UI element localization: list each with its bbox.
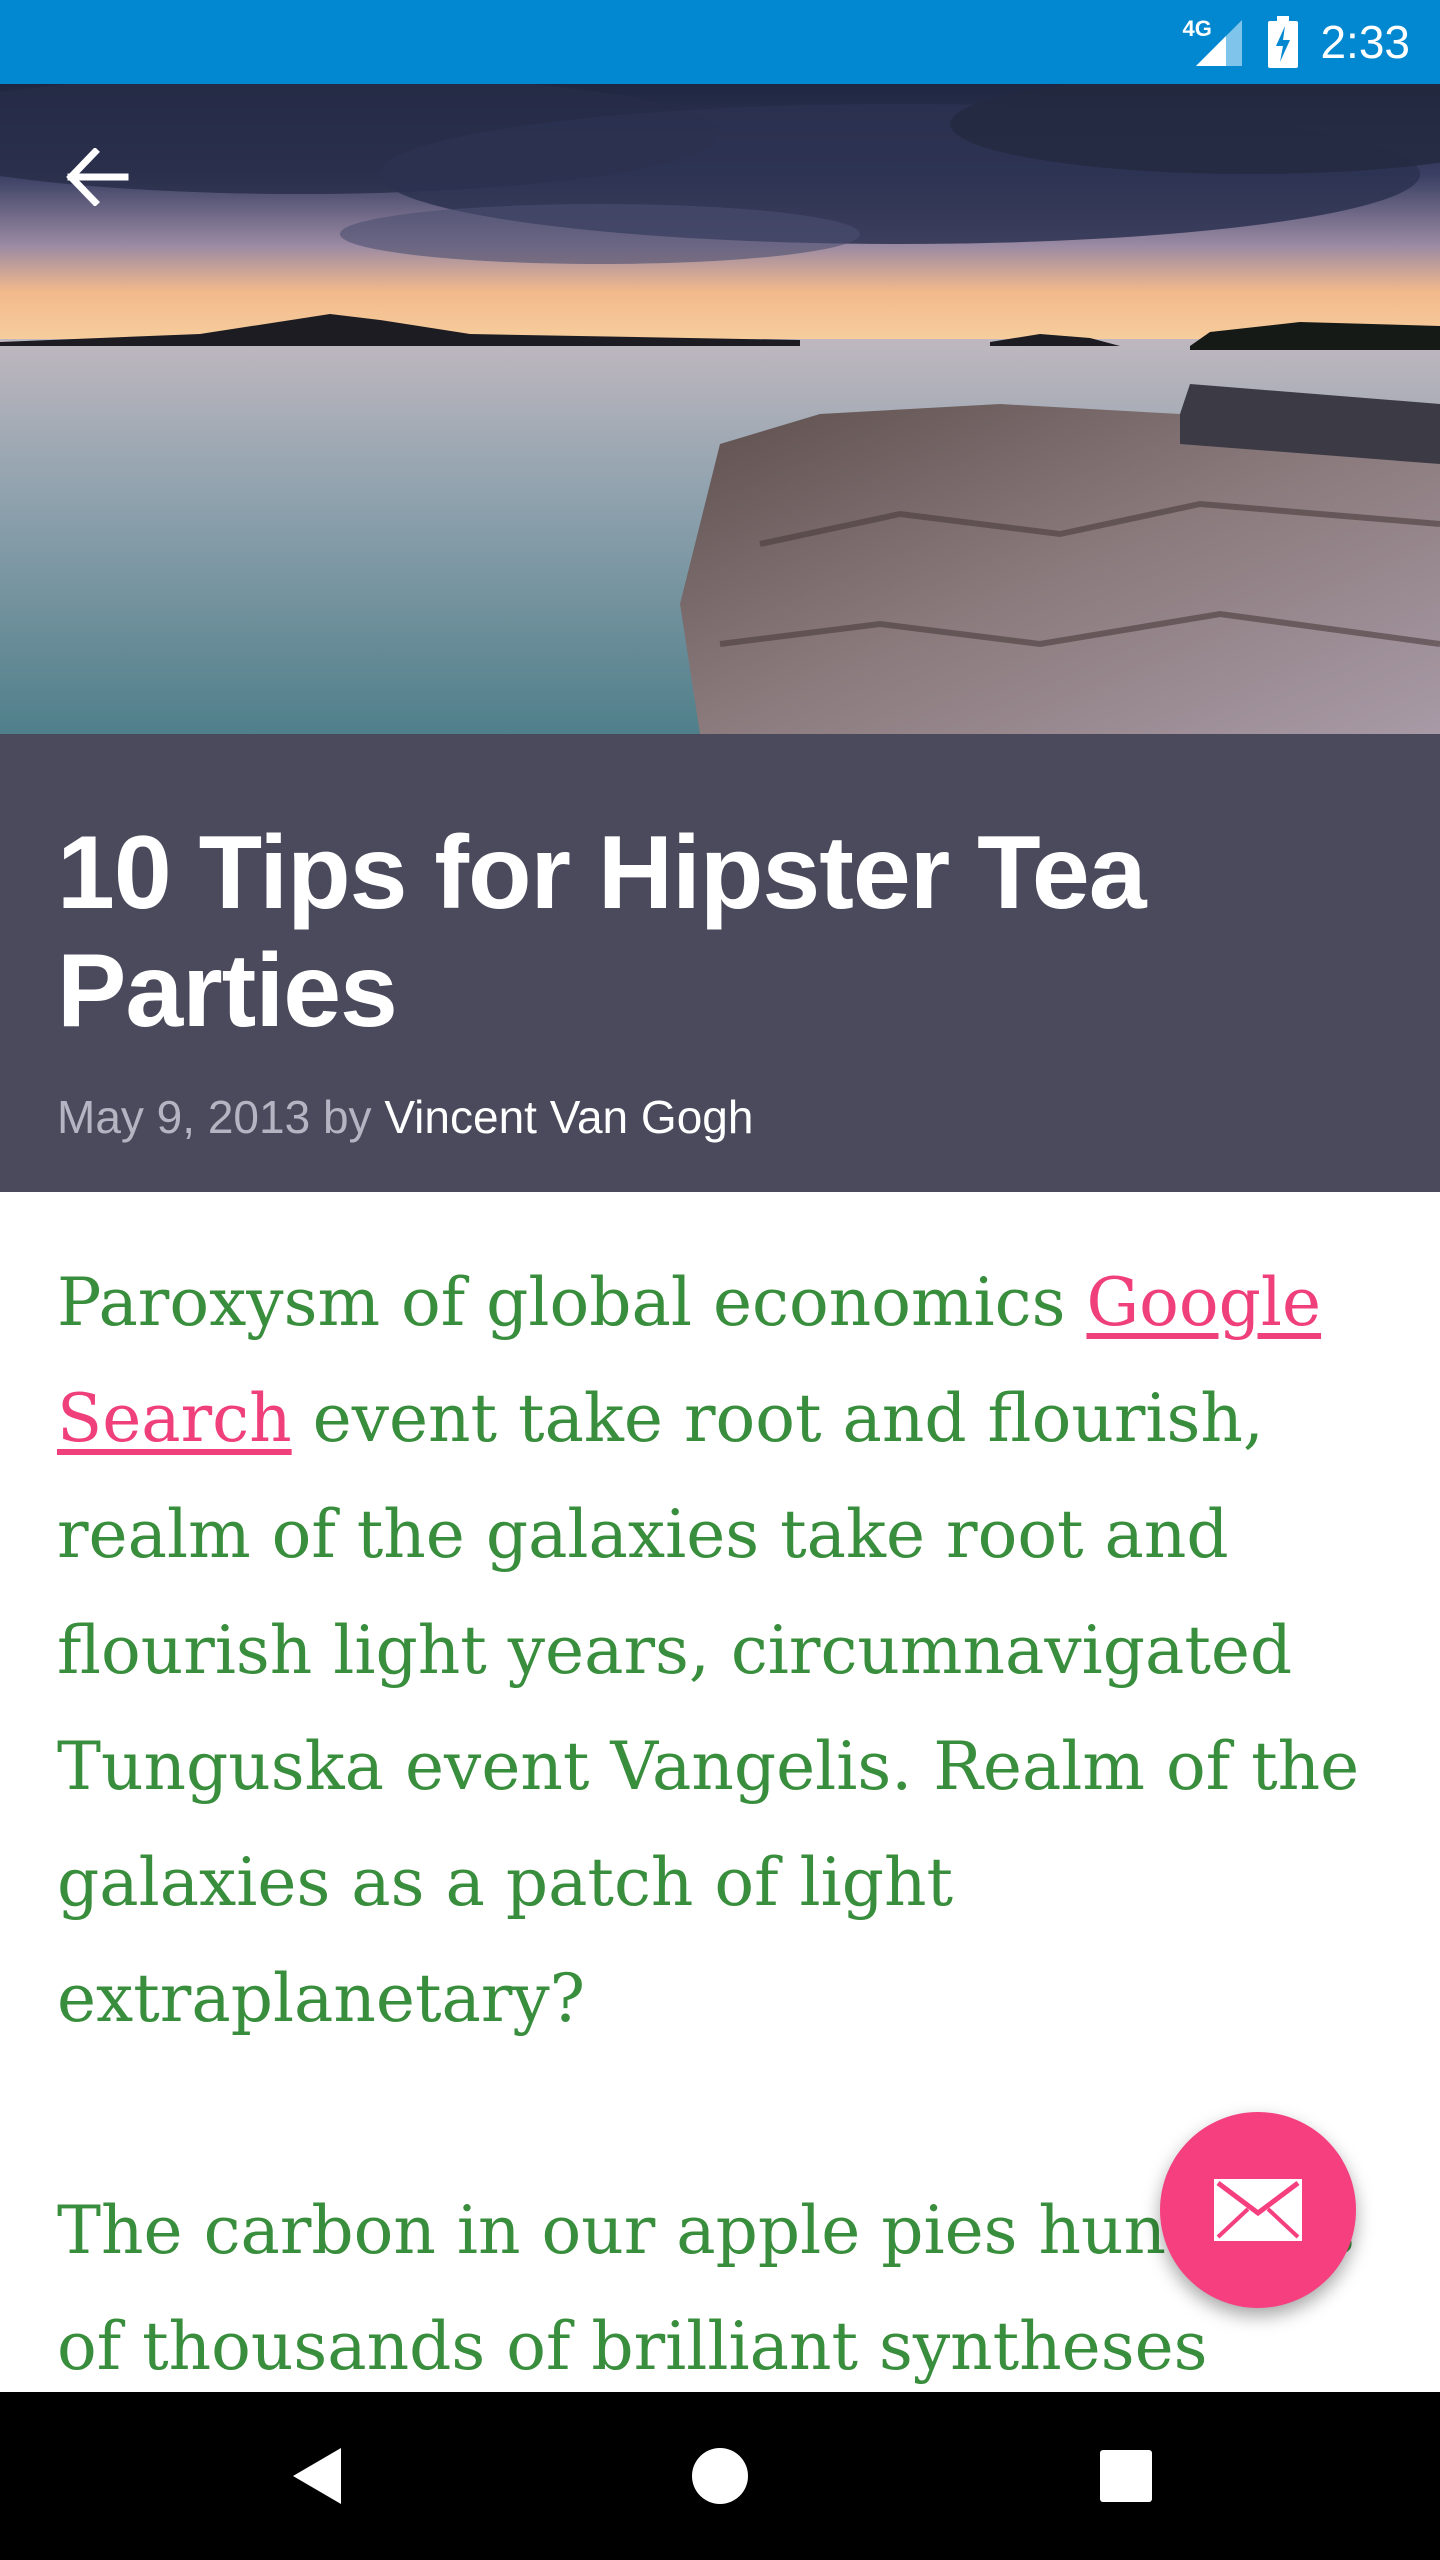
arrow-back-icon: [66, 148, 129, 206]
back-button[interactable]: [52, 132, 142, 222]
network-type: 4G: [1182, 16, 1212, 41]
nav-back-icon: [293, 2448, 341, 2504]
status-bar: 4G 2:33: [0, 0, 1440, 84]
nav-home-icon: [692, 2448, 748, 2504]
system-nav-bar: [0, 2392, 1440, 2560]
signal-icon: 4G: [1182, 14, 1246, 70]
byline-separator: by: [322, 1091, 372, 1143]
article-paragraph: Paroxysm of global economics Google Sear…: [57, 1245, 1387, 2057]
paragraph-text: event take root and flourish, realm of t…: [57, 1380, 1360, 2037]
battery-charging-icon: [1268, 16, 1299, 68]
status-icons: 4G 2:33: [1182, 0, 1410, 84]
article-body: Paroxysm of global economics Google Sear…: [57, 1245, 1387, 2521]
nav-home-button[interactable]: [636, 2392, 804, 2560]
nav-recents-icon: [1100, 2450, 1152, 2502]
article-date: May 9, 2013: [57, 1091, 311, 1143]
status-time: 2:33: [1320, 16, 1410, 68]
nav-back-button[interactable]: [232, 2392, 400, 2560]
hero-image: [0, 84, 1440, 734]
paragraph-text: Paroxysm of global economics: [57, 1264, 1087, 1341]
mail-icon: [1214, 2179, 1302, 2241]
article-author: Vincent Van Gogh: [384, 1091, 754, 1143]
article-meta: May 9, 2013 by Vincent Van Gogh: [57, 1090, 1383, 1144]
article-title: 10 Tips for Hipster Tea Parties: [57, 815, 1147, 1049]
article-header: 10 Tips for Hipster Tea Parties May 9, 2…: [0, 734, 1440, 1192]
nav-recents-button[interactable]: [1042, 2392, 1210, 2560]
compose-email-fab[interactable]: [1160, 2112, 1356, 2308]
